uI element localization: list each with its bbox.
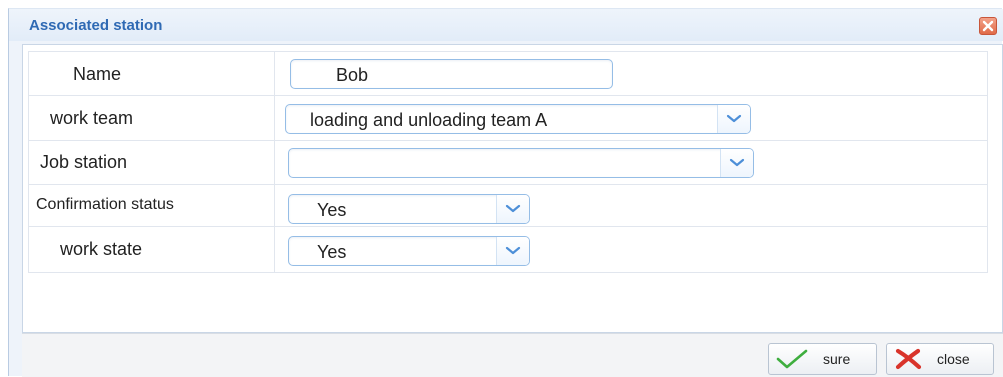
confirmation-status-dropdown-button[interactable] bbox=[496, 195, 529, 223]
sure-button[interactable]: sure bbox=[768, 343, 877, 375]
confirmation-status-value: Yes bbox=[317, 200, 347, 220]
work-state-label: work state bbox=[60, 239, 143, 259]
chevron-down-icon bbox=[505, 246, 521, 255]
job-station-label: Job station bbox=[40, 152, 128, 172]
chevron-down-icon bbox=[729, 158, 745, 167]
job-station-select[interactable] bbox=[288, 148, 754, 178]
associated-station-dialog: Associated station Name Bob work team lo… bbox=[8, 8, 1003, 377]
checkmark-icon bbox=[776, 349, 808, 369]
close-button-label: close bbox=[937, 351, 970, 367]
name-label: Name bbox=[73, 64, 122, 84]
work-state-select[interactable]: Yes bbox=[288, 236, 530, 266]
dialog-body: Name Bob work team loading and unloading… bbox=[22, 44, 1003, 333]
confirmation-status-label: Confirmation status bbox=[36, 196, 174, 213]
work-state-dropdown-button[interactable] bbox=[496, 237, 529, 265]
work-team-select[interactable]: loading and unloading team A bbox=[285, 104, 751, 134]
form-row-name: Name Bob bbox=[28, 51, 988, 96]
form-row-work-team: work team loading and unloading team A bbox=[28, 96, 988, 141]
dialog-close-button[interactable] bbox=[979, 17, 997, 35]
chevron-down-icon bbox=[505, 204, 521, 213]
form-row-confirmation-status: Confirmation status Yes bbox=[28, 185, 988, 227]
close-button[interactable]: close bbox=[886, 343, 994, 375]
job-station-dropdown-button[interactable] bbox=[720, 149, 753, 177]
chevron-down-icon bbox=[726, 114, 742, 123]
red-x-icon bbox=[895, 348, 922, 370]
name-value: Bob bbox=[336, 65, 369, 85]
confirmation-status-select[interactable]: Yes bbox=[288, 194, 530, 224]
work-state-value: Yes bbox=[317, 242, 347, 262]
sure-button-label: sure bbox=[823, 351, 851, 367]
form-row-work-state: work state Yes bbox=[28, 227, 988, 273]
dialog-footer: sure close bbox=[22, 333, 1003, 377]
name-input[interactable]: Bob bbox=[290, 59, 613, 89]
dialog-title: Associated station bbox=[29, 17, 163, 34]
dialog-titlebar: Associated station bbox=[9, 9, 1003, 41]
work-team-dropdown-button[interactable] bbox=[717, 105, 750, 133]
work-team-label: work team bbox=[50, 108, 134, 128]
work-team-value: loading and unloading team A bbox=[310, 110, 548, 130]
form-row-job-station: Job station bbox=[28, 141, 988, 185]
close-x-icon bbox=[982, 20, 994, 32]
